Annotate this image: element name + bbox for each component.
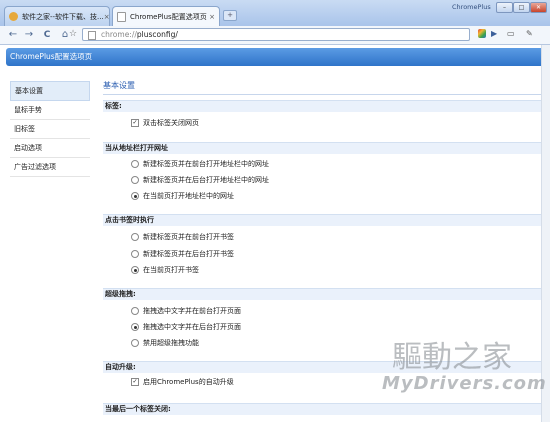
url-path: plusconfig/ (136, 30, 178, 39)
settings-main: 基本设置 标签: ✓ 双击标签关闭网页 当从地址栏打开网址 新建标签页并在前台打… (103, 80, 543, 415)
option-label: 拖拽选中文字并在前台打开页面 (143, 307, 241, 315)
radio-icon[interactable] (131, 233, 139, 241)
address-bar[interactable]: ☆ chrome://plusconfig/ (69, 28, 470, 41)
section-heading: 超级拖拽: (103, 288, 543, 300)
option-addr-foreground[interactable]: 新建标签页并在前台打开地址栏中的网址 (131, 159, 269, 169)
page-menu-icon[interactable]: ▭ (507, 29, 515, 38)
option-label: 新建标签页并在前台打开地址栏中的网址 (143, 160, 269, 168)
tools-menu-icon[interactable]: ✎ (526, 29, 533, 38)
option-drag-foreground[interactable]: 拖拽选中文字并在前台打开页面 (131, 306, 241, 316)
option-label: 在当前页打开书签 (143, 266, 199, 274)
section-heading: 标签: (103, 100, 543, 112)
tab-softhome[interactable]: 软件之家--软件下载、技... × (4, 6, 110, 26)
section-heading: 当从地址栏打开网址 (103, 142, 543, 154)
forward-arrow-icon[interactable]: → (22, 28, 36, 42)
radio-selected-icon[interactable] (131, 266, 139, 274)
checkbox-checked-icon[interactable]: ✓ (131, 119, 139, 127)
section-address-bar: 当从地址栏打开网址 新建标签页并在前台打开地址栏中的网址 新建标签页并在后台打开… (103, 142, 543, 210)
tab-title: 软件之家--软件下载、技... (22, 12, 104, 21)
watermark-url: MyDrivers.com (382, 373, 547, 394)
page-title: 基本设置 (103, 80, 543, 95)
star-icon[interactable]: ☆ (69, 29, 77, 40)
section-last-tab-close: 当最后一个标签关闭: (103, 403, 543, 423)
page-icon (88, 31, 96, 40)
settings-sidebar: 基本设置 鼠标手势 旧标签 启动选项 广告过滤选项 (10, 81, 90, 177)
option-label: 启用ChromePlus的自动升级 (143, 378, 234, 386)
back-arrow-icon[interactable]: ← (6, 28, 20, 42)
tab-close-icon[interactable]: × (209, 13, 215, 21)
radio-selected-icon[interactable] (131, 323, 139, 331)
watermark-text: 驅動之家 (392, 340, 512, 375)
sidebar-item-startup[interactable]: 启动选项 (10, 139, 90, 158)
option-label: 禁用超级拖拽功能 (143, 339, 199, 347)
radio-icon[interactable] (131, 160, 139, 168)
option-addr-background[interactable]: 新建标签页并在后台打开地址栏中的网址 (131, 175, 269, 185)
page-favicon-icon (117, 12, 126, 22)
section-heading: 当最后一个标签关闭: (103, 403, 543, 415)
option-bm-background[interactable]: 新建标签页并在后台打开书签 (131, 249, 234, 259)
option-label: 新建标签页并在后台打开地址栏中的网址 (143, 176, 269, 184)
sidebar-item-basic[interactable]: 基本设置 (10, 81, 90, 101)
option-label: 新建标签页并在前台打开书签 (143, 233, 234, 241)
tab-strip: 软件之家--软件下载、技... × ChromePlus配置选项页 × + Ch… (0, 0, 550, 27)
option-auto-update[interactable]: ✓ 启用ChromePlus的自动升级 (131, 377, 234, 387)
radio-icon[interactable] (131, 250, 139, 258)
minimize-button[interactable]: – (496, 2, 513, 13)
scrollbar[interactable] (541, 45, 550, 422)
option-bm-current[interactable]: 在当前页打开书签 (131, 265, 199, 275)
section-tabs: 标签: ✓ 双击标签关闭网页 (103, 100, 543, 140)
site-favicon-icon (9, 12, 18, 21)
radio-icon[interactable] (131, 307, 139, 315)
reload-icon[interactable]: C (40, 28, 54, 42)
app-brand: ChromePlus (452, 3, 491, 11)
section-heading: 点击书签时执行 (103, 214, 543, 226)
option-drag-disable[interactable]: 禁用超级拖拽功能 (131, 338, 199, 348)
option-label: 新建标签页并在后台打开书签 (143, 250, 234, 258)
sidebar-item-old-tabs[interactable]: 旧标签 (10, 120, 90, 139)
sidebar-item-mouse-gestures[interactable]: 鼠标手势 (10, 101, 90, 120)
tab-chromeplus-config[interactable]: ChromePlus配置选项页 × (112, 6, 220, 27)
section-bookmark-click: 点击书签时执行 新建标签页并在前台打开书签 新建标签页并在后台打开书签 在当前页… (103, 214, 543, 282)
checkbox-checked-icon[interactable]: ✓ (131, 378, 139, 386)
tab-close-icon[interactable]: × (104, 13, 109, 21)
option-label: 拖拽选中文字并在后台打开页面 (143, 323, 241, 331)
radio-icon[interactable] (131, 176, 139, 184)
page-header: ChromePlus配置选项页 (6, 48, 545, 66)
close-window-button[interactable]: ✕ (530, 2, 547, 13)
maximize-button[interactable]: □ (513, 2, 530, 13)
url-scheme: chrome:// (101, 30, 137, 39)
option-bm-foreground[interactable]: 新建标签页并在前台打开书签 (131, 232, 234, 242)
option-dblclick-close[interactable]: ✓ 双击标签关闭网页 (131, 118, 199, 128)
toolbar: ← → C ⌂ ☆ chrome://plusconfig/ ▶ ▭ ✎ (0, 26, 550, 45)
extension-icon[interactable] (478, 29, 486, 38)
option-label: 在当前页打开地址栏中的网址 (143, 192, 234, 200)
radio-icon[interactable] (131, 339, 139, 347)
new-tab-button[interactable]: + (223, 10, 237, 21)
watermark-logo: 驅動之家 MyDrivers.com (382, 340, 546, 394)
sidebar-item-adblock[interactable]: 广告过滤选项 (10, 158, 90, 177)
play-icon[interactable]: ▶ (491, 29, 497, 38)
option-drag-background[interactable]: 拖拽选中文字并在后台打开页面 (131, 322, 241, 332)
radio-selected-icon[interactable] (131, 192, 139, 200)
option-addr-current[interactable]: 在当前页打开地址栏中的网址 (131, 191, 234, 201)
option-label: 双击标签关闭网页 (143, 119, 199, 127)
tab-title: ChromePlus配置选项页 (130, 13, 207, 21)
